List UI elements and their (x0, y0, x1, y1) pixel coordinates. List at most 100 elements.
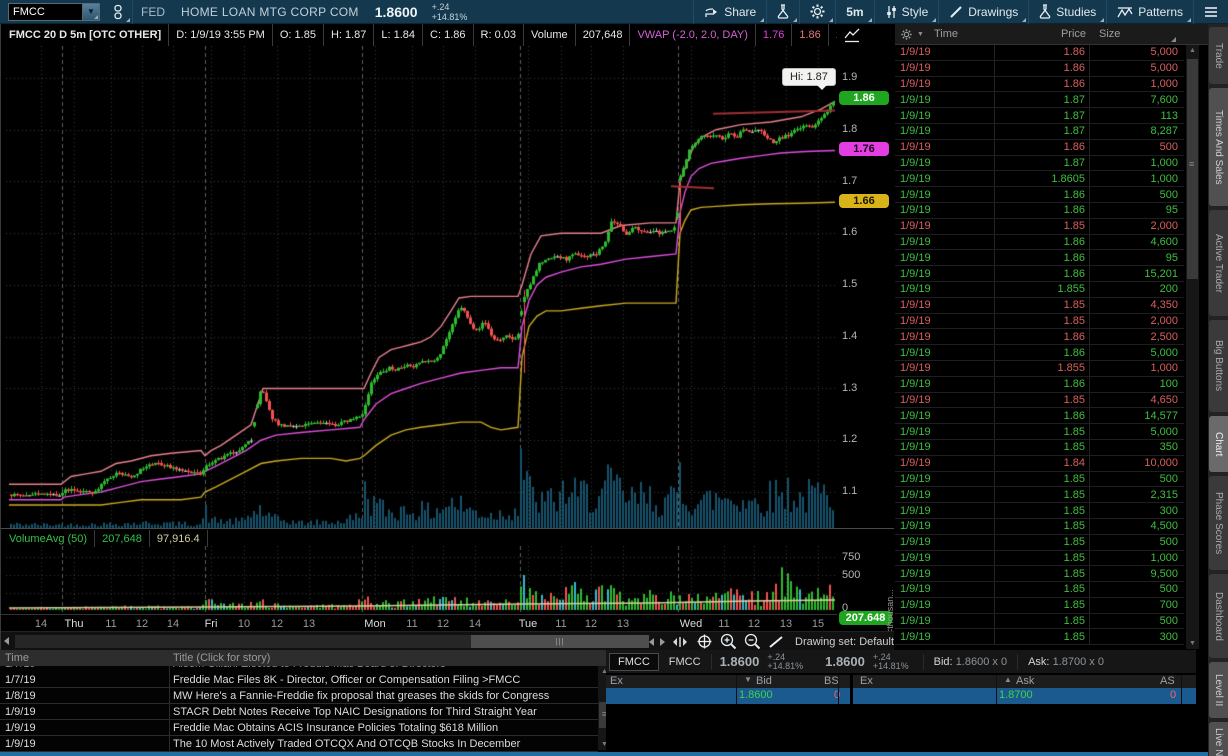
expand-bars-icon[interactable] (671, 633, 689, 651)
gadget-tab-phase-scores[interactable]: Phase Scores (1209, 476, 1228, 570)
gadget-tab-live-news[interactable]: Live News (1209, 722, 1228, 756)
news-row[interactable]: 1/9/19 STACR Debt Notes Receive Top NAIC … (0, 704, 598, 720)
studies-flask-icon (1039, 4, 1051, 19)
level2-symbol: FMCC (659, 653, 712, 670)
news-row[interactable]: 1/9/19 The 10 Most Actively Traded OTCQX … (0, 736, 598, 752)
ts-row: 1/9/19 1.85 4,500 (895, 518, 1184, 535)
time-tick-label: 12 (135, 618, 149, 630)
level2-symbol-tab[interactable]: FMCC (609, 652, 659, 671)
ts-scrollbar[interactable]: ▲ ▼ (1186, 45, 1199, 649)
level2-change1: +.24 +14.81% (767, 651, 804, 671)
price-tick-label: 1.4 (842, 329, 858, 342)
pane-splitter[interactable] (1, 528, 894, 529)
ts-row: 1/9/19 1.86 100 (895, 376, 1184, 393)
drawings-button[interactable]: Drawings (939, 0, 1028, 24)
volume-avg-label: VolumeAvg (50) (2, 530, 96, 547)
draw-line-icon[interactable] (767, 633, 785, 651)
gadget-tab-times-and-sales[interactable]: Times And Sales (1209, 88, 1228, 206)
ts-row: 1/9/19 1.85 300 (895, 629, 1184, 646)
chart-header: FMCC 20 D 5m [OTC OTHER] D: 1/9/19 3:55 P… (2, 24, 837, 46)
scroll-left-icon[interactable] (4, 637, 9, 645)
level2-col-bs[interactable]: BS (824, 675, 839, 687)
times-sales-rows: 1/9/19 1.86 5,000 1/9/19 1.86 5,000 1/9/19 1.86… (895, 45, 1184, 649)
symbol-input[interactable] (8, 2, 82, 21)
volume-pane-header: VolumeAvg (50) 207,648 97,916.4 (2, 530, 837, 547)
news-row[interactable]: 1/9/19 Freddie Mac Obtains ACIS Insurance… (0, 720, 598, 736)
ts-row: 1/9/19 1.86 500 (895, 139, 1184, 156)
level2-col-ex-left[interactable]: Ex (610, 675, 623, 687)
level2-col-ask[interactable]: Ask (1016, 675, 1034, 687)
ts-row: 1/9/19 1.86 95 (895, 202, 1184, 219)
level2-col-as[interactable]: AS (1160, 675, 1175, 687)
ts-dropdown-icon[interactable]: ▼ (917, 31, 924, 38)
level2-col-bid[interactable]: Bid (756, 675, 772, 687)
exchange-label: FED (141, 4, 165, 19)
ts-scrollbar-thumb[interactable] (1187, 59, 1198, 279)
time-tick-label: 12 (270, 618, 284, 630)
ts-scroll-up-icon[interactable]: ▲ (1189, 47, 1196, 54)
ask-sort-icon: ▲ (1004, 675, 1012, 684)
ts-col-price[interactable]: Price (1061, 28, 1086, 40)
ts-col-size[interactable]: Size (1099, 28, 1120, 40)
last-price: 1.8600 (374, 3, 418, 20)
quick-study-button[interactable] (767, 0, 799, 24)
chart-header-segment: R: 0.03 (474, 24, 524, 46)
volume-axis-unit: <thousan... (885, 589, 895, 634)
main-price-chart[interactable] (6, 46, 837, 528)
gadget-tab-active-trader[interactable]: Active Trader (1209, 210, 1228, 316)
volume-value: 207,648 (95, 530, 150, 547)
drawing-set-selector[interactable]: Drawing set: Default (795, 636, 904, 648)
news-row-clipped[interactable]: 1/7/19Aleem Gillani Elected to Freddie M… (0, 666, 598, 672)
patterns-button[interactable]: Patterns (1107, 0, 1193, 24)
change-percent: +14.81% (431, 11, 468, 22)
chart-scrollbar[interactable]: ||| (15, 635, 649, 648)
ts-scroll-down-icon[interactable]: ▼ (1189, 640, 1196, 647)
pan-right-icon[interactable] (660, 637, 665, 646)
price-tick-label: 1.6 (842, 226, 858, 239)
level2-bid-summary: Bid: 1.8600 x 0 (922, 653, 1017, 670)
ts-row: 1/9/19 1.85 1,000 (895, 550, 1184, 567)
chart-scrollbar-thumb[interactable]: ||| (471, 635, 649, 648)
ts-row: 1/9/19 1.85 2,315 (895, 487, 1184, 504)
link-corner-icon (126, 17, 130, 22)
chart-style-toggle[interactable] (841, 27, 863, 44)
pan-left-icon[interactable] (649, 637, 654, 646)
symbol-link-button[interactable] (104, 0, 132, 24)
gadget-tab-level-ii[interactable]: Level II (1209, 662, 1228, 718)
time-tick-label: 11 (555, 618, 567, 630)
studies-button[interactable]: Studies (1029, 0, 1106, 24)
news-col-time[interactable]: Time (0, 650, 170, 666)
gadget-tab-big-buttons[interactable]: Big Buttons (1209, 320, 1228, 412)
volume-subgraph[interactable] (6, 546, 837, 612)
chart-settings-button[interactable] (800, 0, 835, 24)
chart-menu-button[interactable] (1194, 0, 1228, 24)
chart-header-segment: VWAP (-2.0, 2.0, DAY) (630, 24, 756, 46)
bid-sort-icon: ▼ (744, 675, 752, 684)
time-tick-label: 13 (302, 618, 316, 630)
drawing-set-label: Drawing set: Default (795, 635, 895, 648)
zoom-out-icon[interactable] (743, 633, 761, 651)
gadget-tab-chart[interactable]: Chart (1209, 416, 1228, 472)
news-col-title[interactable]: Title (Click for story) (170, 650, 270, 666)
ts-col-time[interactable]: Time (934, 28, 958, 40)
share-button[interactable]: Share (694, 0, 766, 24)
ts-sort-icon (1171, 37, 1176, 42)
style-button[interactable]: Style (875, 0, 939, 24)
chart-header-segment: O: 1.85 (273, 24, 324, 46)
price-tick-label: 1.9 (842, 71, 858, 83)
news-row[interactable]: 1/8/19 MW Here's a Fannie-Freddie fix pro… (0, 688, 598, 704)
level2-quote-row[interactable]: 1.8600 0 1.8700 0 (606, 688, 1196, 704)
ts-settings-icon[interactable] (901, 28, 912, 40)
news-row[interactable]: 1/7/19 Freddie Mac Files 8K - Director, O… (0, 672, 598, 688)
ts-row: 1/9/19 1.86 5,000 (895, 60, 1184, 77)
level2-col-ex-right[interactable]: Ex (860, 675, 873, 687)
zoom-in-icon[interactable] (719, 633, 737, 651)
crosshair-icon[interactable] (695, 633, 713, 651)
gadget-tab-dashboard[interactable]: Dashboard (1209, 574, 1228, 658)
gadget-tab-trade[interactable]: Trade (1209, 27, 1228, 84)
symbol-combo[interactable]: ▼ (8, 2, 100, 21)
share-label: Share (724, 4, 757, 19)
ts-row: 1/9/19 1.86 95 (895, 250, 1184, 267)
time-tick-label: 12 (436, 618, 450, 630)
timeframe-button[interactable]: 5m (836, 0, 873, 24)
